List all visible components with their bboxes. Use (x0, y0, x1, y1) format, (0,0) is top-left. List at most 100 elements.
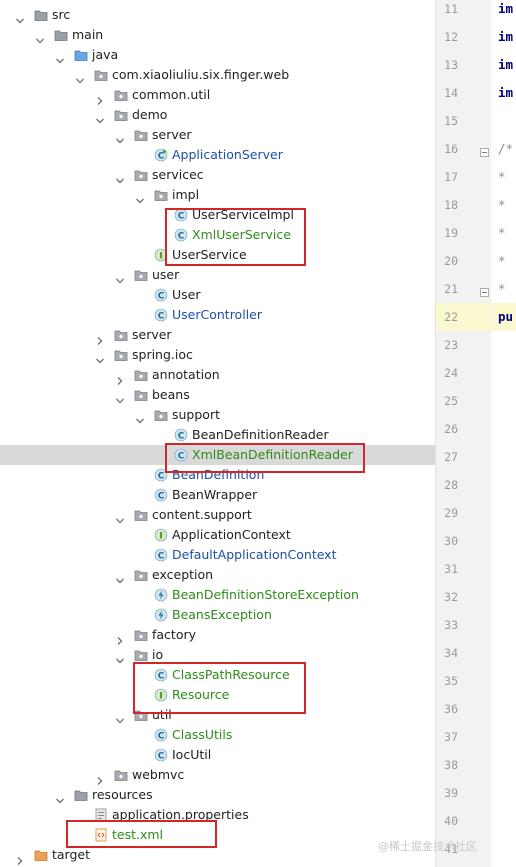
code-line[interactable]: * (498, 191, 506, 219)
code-editor[interactable]: im im im im/* * * * * * pu (491, 0, 516, 867)
chevron-down-icon[interactable] (136, 411, 144, 424)
tree-item[interactable]: support (0, 405, 435, 425)
line-number-text: 29 (444, 506, 458, 520)
tree-item[interactable]: factory (0, 625, 435, 645)
chevron-down-icon[interactable] (76, 71, 84, 84)
chevron-down-icon[interactable] (96, 111, 104, 124)
line-number: 16 (436, 135, 458, 163)
code-line[interactable]: im (498, 0, 513, 23)
code-line[interactable]: im (498, 23, 513, 51)
tree-item[interactable]: C BeanDefinitionReader (0, 425, 435, 445)
chevron-down-icon[interactable] (116, 391, 124, 404)
code-line[interactable]: /* (498, 135, 513, 163)
tree-item[interactable]: C XmlBeanDefinitionReader (0, 445, 435, 465)
tree-item[interactable]: I ApplicationContext (0, 525, 435, 545)
code-line[interactable]: pu (498, 303, 513, 331)
project-tree[interactable]: src main java com.xiaoliuliu.six.finger.web… (0, 0, 435, 867)
tree-item-label: BeanDefinitionStoreException (172, 587, 359, 602)
tree-item[interactable]: demo (0, 105, 435, 125)
tree-item[interactable]: main (0, 25, 435, 45)
chevron-down-icon[interactable] (116, 271, 124, 284)
tree-item-label: ClassPathResource (172, 667, 290, 682)
tree-item[interactable]: util (0, 705, 435, 725)
svg-text:C: C (158, 671, 165, 681)
tree-item[interactable]: servicec (0, 165, 435, 185)
tree-item[interactable]: test.xml (0, 825, 435, 845)
code-line[interactable]: * (498, 275, 506, 303)
tree-item[interactable]: server (0, 125, 435, 145)
tree-item[interactable]: BeansException (0, 605, 435, 625)
tree-item[interactable]: annotation (0, 365, 435, 385)
tree-item[interactable]: C ClassPathResource (0, 665, 435, 685)
class-icon: C (174, 428, 188, 442)
tree-item[interactable]: user (0, 265, 435, 285)
tree-item[interactable]: I Resource (0, 685, 435, 705)
tree-item[interactable]: com.xiaoliuliu.six.finger.web (0, 65, 435, 85)
chevron-down-icon[interactable] (56, 51, 64, 64)
tree-item-label: BeanWrapper (172, 487, 258, 502)
line-number: 30 (436, 527, 458, 555)
chevron-down-icon[interactable] (116, 571, 124, 584)
chevron-down-icon[interactable] (16, 11, 24, 24)
code-line[interactable]: im (498, 51, 513, 79)
chevron-right-icon[interactable] (96, 331, 104, 345)
line-number-text: 32 (444, 590, 458, 604)
chevron-down-icon[interactable] (96, 351, 104, 364)
tree-item[interactable]: common.util (0, 85, 435, 105)
tree-item[interactable]: server (0, 325, 435, 345)
tree-item[interactable]: C UserController (0, 305, 435, 325)
tree-item[interactable]: io (0, 645, 435, 665)
chevron-down-icon[interactable] (116, 131, 124, 144)
package-icon (134, 568, 148, 582)
chevron-right-icon[interactable] (116, 631, 124, 645)
tree-item-label: src (52, 7, 71, 22)
tree-item[interactable]: target (0, 845, 435, 865)
tree-item[interactable]: I UserService (0, 245, 435, 265)
tree-item[interactable]: resources (0, 785, 435, 805)
tree-item[interactable]: beans (0, 385, 435, 405)
line-number: 20 (436, 247, 458, 275)
tree-item[interactable]: exception (0, 565, 435, 585)
fold-close-icon[interactable] (480, 285, 489, 297)
tree-item[interactable]: C BeanDefinition (0, 465, 435, 485)
chevron-down-icon[interactable] (136, 191, 144, 204)
code-line[interactable]: * (498, 163, 506, 191)
chevron-down-icon[interactable] (116, 651, 124, 664)
tree-item-label: target (52, 847, 91, 862)
chevron-down-icon[interactable] (56, 791, 64, 804)
tree-item[interactable]: C DefaultApplicationContext (0, 545, 435, 565)
code-line[interactable]: * (498, 247, 506, 275)
tree-item[interactable]: C ClassUtils (0, 725, 435, 745)
chevron-right-icon[interactable] (96, 91, 104, 105)
chevron-down-icon[interactable] (116, 171, 124, 184)
fold-open-icon[interactable] (480, 145, 489, 157)
chevron-right-icon[interactable] (96, 771, 104, 785)
tree-item[interactable]: impl (0, 185, 435, 205)
code-line[interactable]: im (498, 79, 513, 107)
package-icon (134, 388, 148, 402)
line-number: 19 (436, 219, 458, 247)
tree-item[interactable]: src (0, 5, 435, 25)
svg-text:C: C (158, 311, 165, 321)
tree-item[interactable]: java (0, 45, 435, 65)
line-number-text: 15 (444, 114, 458, 128)
chevron-right-icon[interactable] (116, 371, 124, 385)
line-number: 39 (436, 779, 458, 807)
chevron-down-icon[interactable] (36, 31, 44, 44)
chevron-down-icon[interactable] (116, 511, 124, 524)
svg-text:I: I (159, 531, 162, 541)
tree-item[interactable]: C UserServiceImpl (0, 205, 435, 225)
chevron-right-icon[interactable] (16, 851, 24, 865)
chevron-down-icon[interactable] (116, 711, 124, 724)
tree-item[interactable]: BeanDefinitionStoreException (0, 585, 435, 605)
tree-item[interactable]: webmvc (0, 765, 435, 785)
tree-item[interactable]: C IocUtil (0, 745, 435, 765)
tree-item[interactable]: C XmlUserService (0, 225, 435, 245)
tree-item[interactable]: application.properties (0, 805, 435, 825)
code-line[interactable]: * (498, 219, 506, 247)
tree-item[interactable]: C User (0, 285, 435, 305)
tree-item[interactable]: C BeanWrapper (0, 485, 435, 505)
tree-item[interactable]: spring.ioc (0, 345, 435, 365)
tree-item[interactable]: C ApplicationServer (0, 145, 435, 165)
tree-item[interactable]: content.support (0, 505, 435, 525)
